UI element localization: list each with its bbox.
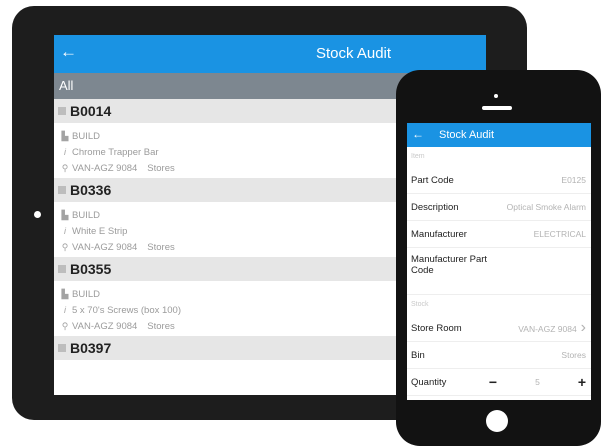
item-square-icon [58,265,66,273]
phone-screen: ← Stock Audit Item Part Code E0125 Descr… [407,123,591,400]
factory-icon: ▙ [61,130,69,141]
item-location: VAN-AGZ 9084 [72,162,138,174]
item-description: 5 x 70's Screws (box 100) [72,304,181,316]
phone-speaker [482,106,512,110]
home-button[interactable] [486,410,508,432]
factory-icon: ▙ [61,288,69,299]
description-row: Description Optical Smoke Alarm [407,194,591,221]
tablet-title: Stock Audit [316,45,392,62]
quantity-row: Quantity − 5 + [407,369,591,396]
item-type: BUILD [72,288,100,300]
item-type: BUILD [72,130,100,142]
store-room-row[interactable]: Store Room VAN-AGZ 9084 › [407,315,591,342]
item-location: VAN-AGZ 9084 [72,241,138,253]
item-square-icon [58,107,66,115]
item-bin: Stores [147,320,175,332]
field-label: Bin [411,349,425,361]
tablet-app-bar: ← Stock Audit [54,35,486,73]
phone-title: Stock Audit [439,129,495,141]
manufacturer-value: ELECTRICAL [533,229,586,239]
plus-button[interactable]: + [578,374,586,390]
part-code-row: Part Code E0125 [407,167,591,194]
field-label: Quantity [411,376,447,388]
minus-button[interactable]: − [489,374,497,390]
store-room-value: VAN-AGZ 9084 [518,324,577,334]
chevron-right-icon: › [580,319,586,336]
section-label-stock: Stock [411,301,429,308]
item-square-icon [58,344,66,352]
phone-camera [494,94,498,98]
back-arrow-icon[interactable]: ← [412,127,424,141]
phone-device: ← Stock Audit Item Part Code E0125 Descr… [396,70,601,446]
item-description: Chrome Trapper Bar [72,146,159,158]
field-label: Manufacturer [411,228,467,240]
section-label-item: Item [411,153,425,160]
field-label: Part Code [411,174,454,186]
item-bin: Stores [147,162,175,174]
info-icon: i [64,147,66,157]
bin-row: Bin Stores [407,342,591,369]
field-label: Manufacturer Part Code [411,254,488,276]
group-code: B0336 [70,182,112,198]
item-description: White E Strip [72,225,128,237]
quantity-stepper[interactable]: − 5 + [489,374,586,390]
location-pin-icon: ⚲ [61,241,69,252]
location-pin-icon: ⚲ [61,320,69,331]
manufacturer-part-code-row: Manufacturer Part Code [407,248,591,295]
item-location: VAN-AGZ 9084 [72,320,138,332]
info-icon: i [64,305,66,315]
info-icon: i [64,226,66,236]
field-label: Description [411,201,459,213]
tablet-camera [34,211,41,218]
back-arrow-icon[interactable]: ← [60,42,77,62]
part-code-value: E0125 [561,175,586,185]
item-bin: Stores [147,241,175,253]
description-value: Optical Smoke Alarm [506,202,586,212]
phone-app-bar: ← Stock Audit [407,123,591,147]
quantity-value[interactable]: 5 [535,377,540,387]
item-type: BUILD [72,209,100,221]
field-label: Store Room [411,322,462,334]
location-pin-icon: ⚲ [61,162,69,173]
item-square-icon [58,186,66,194]
bin-value: Stores [561,350,586,360]
group-code: B0355 [70,261,112,277]
group-code: B0397 [70,340,112,356]
group-code: B0014 [70,103,112,119]
factory-icon: ▙ [61,209,69,220]
manufacturer-row: Manufacturer ELECTRICAL [407,221,591,248]
